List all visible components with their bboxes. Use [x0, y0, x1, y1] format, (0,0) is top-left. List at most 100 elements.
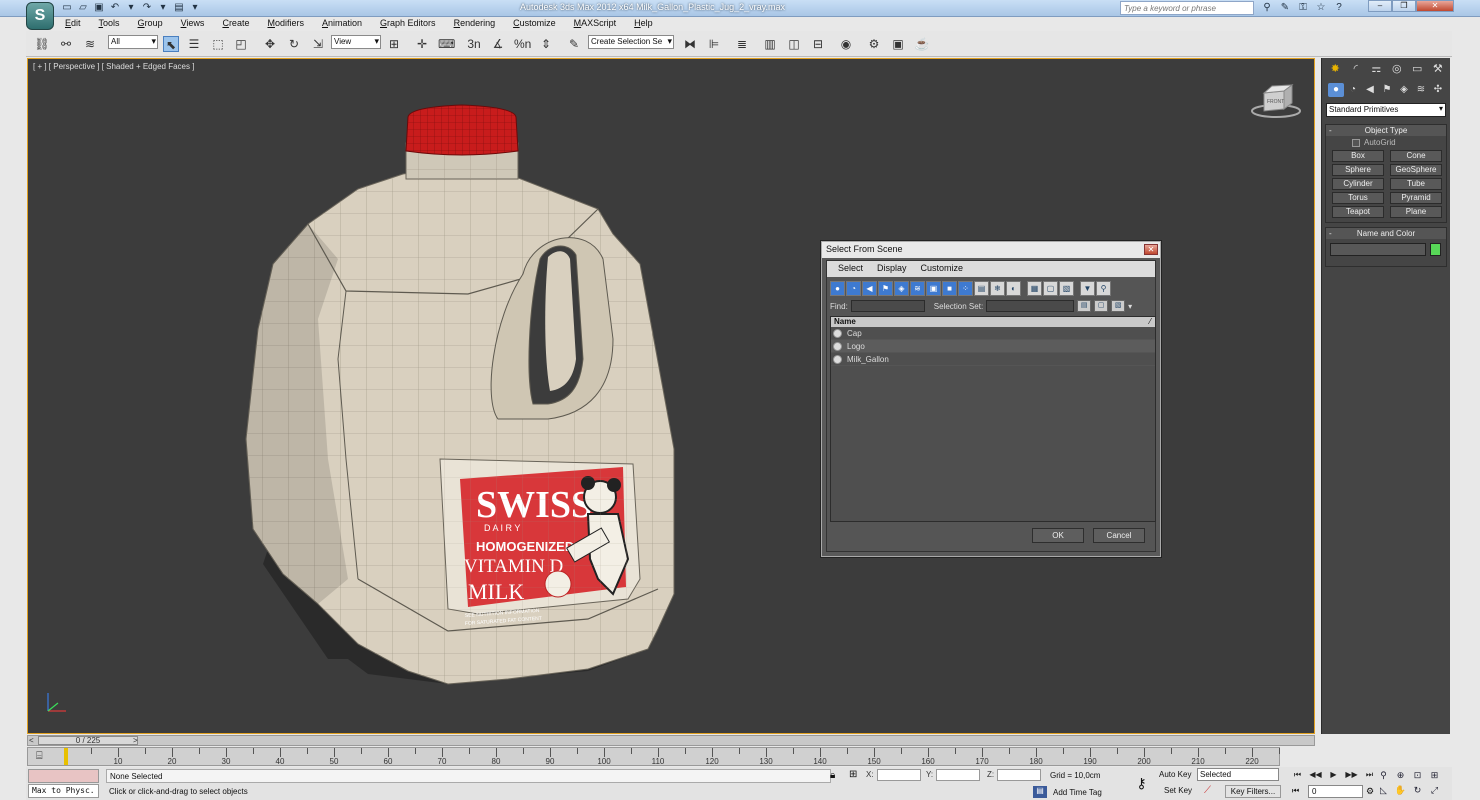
list-item[interactable]: Cap	[831, 327, 1155, 340]
lock-selection-icon[interactable]: 🔒︎	[830, 770, 835, 781]
dialog-menu-customize[interactable]: Customize	[914, 263, 971, 275]
select-all-icon[interactable]: ▤	[1077, 300, 1092, 312]
undo-icon[interactable]: ↶	[108, 1, 122, 15]
save-icon[interactable]: ▣	[92, 1, 106, 15]
menu-customize[interactable]: Customize	[504, 17, 565, 31]
torus-button[interactable]: Torus	[1332, 192, 1384, 204]
graphite-ribbon-icon[interactable]: ▥	[762, 36, 778, 52]
current-frame-field[interactable]: 0	[1308, 785, 1363, 798]
display-tab-icon[interactable]: ▭	[1407, 60, 1428, 78]
name-and-color-header[interactable]: - Name and Color	[1326, 228, 1446, 239]
project-folder-icon[interactable]: ▤	[172, 1, 186, 15]
edit-named-selection-icon[interactable]: ✎	[566, 36, 582, 52]
cameras-icon[interactable]: ⚑	[1379, 83, 1395, 97]
display-space-warps-icon[interactable]: ≋	[910, 281, 925, 296]
dialog-menu-display[interactable]: Display	[870, 263, 914, 275]
rectangular-selection-icon[interactable]: ⬚	[210, 36, 226, 52]
x-coord-input[interactable]	[876, 769, 921, 781]
display-xrefs-icon[interactable]: ■	[942, 281, 957, 296]
selection-set-dropdown[interactable]	[986, 300, 1075, 312]
tube-button[interactable]: Tube	[1390, 178, 1442, 190]
create-tab-icon[interactable]: ✸	[1325, 60, 1346, 78]
rendered-frame-window-icon[interactable]: ▣	[890, 36, 906, 52]
auto-key-button[interactable]: Auto Key	[1159, 770, 1191, 779]
curve-editor-mini-icon[interactable]: ⌸	[36, 750, 43, 763]
menu-create[interactable]: Create	[213, 17, 258, 31]
select-object-icon[interactable]: ⬉	[163, 36, 179, 52]
modify-tab-icon[interactable]: ◜	[1346, 60, 1367, 78]
menu-rendering[interactable]: Rendering	[445, 17, 505, 31]
display-none-icon[interactable]: ▢	[1043, 281, 1058, 296]
select-and-rotate-icon[interactable]: ↻	[286, 36, 302, 52]
window-crossing-icon[interactable]: ◰	[233, 36, 249, 52]
selection-filter-dropdown[interactable]: All	[108, 35, 158, 49]
menu-help[interactable]: Help	[625, 17, 662, 31]
zoom-extents-icon[interactable]: ⊡	[1410, 769, 1425, 781]
orbit-icon[interactable]: ↻	[1410, 784, 1425, 796]
restore-button[interactable]: ❐	[1392, 0, 1416, 12]
redo-icon[interactable]: ↷	[140, 1, 154, 15]
previous-frame-icon[interactable]: ◀◀	[1308, 769, 1323, 781]
pyramid-button[interactable]: Pyramid	[1390, 192, 1442, 204]
helpers-icon[interactable]: ◈	[1396, 83, 1412, 97]
dialog-title-bar[interactable]: Select From Scene ✕	[822, 242, 1160, 258]
angle-snap-icon[interactable]: ∡	[490, 36, 506, 52]
menu-group[interactable]: Group	[129, 17, 172, 31]
find-case-icon[interactable]: ⚲	[1096, 281, 1111, 296]
dropdown-icon[interactable]: ▾	[188, 1, 202, 15]
ok-button[interactable]: OK	[1032, 528, 1084, 543]
pan-view-icon[interactable]: ✋	[1393, 784, 1408, 796]
object-name-field[interactable]	[1330, 243, 1426, 256]
display-hidden-icon[interactable]: ◐	[1006, 281, 1021, 296]
new-file-icon[interactable]: ▭	[60, 1, 74, 15]
bind-space-warp-icon[interactable]: ≋	[82, 36, 98, 52]
application-button[interactable]: S	[26, 2, 54, 30]
menu-edit[interactable]: Edit	[56, 17, 90, 31]
list-header[interactable]: Name ⁄	[831, 317, 1155, 327]
zoom-all-icon[interactable]: ⊕	[1393, 769, 1408, 781]
lights-icon[interactable]: ◀	[1362, 83, 1378, 97]
list-item[interactable]: Milk_Gallon	[831, 353, 1155, 366]
plane-button[interactable]: Plane	[1390, 206, 1442, 218]
menu-tools[interactable]: Tools	[90, 17, 129, 31]
select-and-link-icon[interactable]: ⛓	[34, 36, 50, 52]
hierarchy-tab-icon[interactable]: ⚎	[1366, 60, 1387, 78]
reference-coordinate-dropdown[interactable]: View	[331, 35, 381, 49]
cancel-button[interactable]: Cancel	[1093, 528, 1145, 543]
time-configuration-icon[interactable]: ⚙	[1366, 786, 1374, 797]
utilities-tab-icon[interactable]: ⚒	[1428, 60, 1449, 78]
key-mode-toggle-icon[interactable]: ⏮	[1292, 786, 1299, 796]
select-and-scale-icon[interactable]: ⇲	[310, 36, 326, 52]
options-chevron-icon[interactable]: ▾	[1128, 302, 1132, 311]
shapes-icon[interactable]: ◔	[1345, 83, 1361, 97]
list-item[interactable]: Logo	[831, 340, 1155, 353]
motion-tab-icon[interactable]: ◎	[1387, 60, 1408, 78]
dropdown-icon[interactable]: ▾	[124, 1, 138, 15]
key-filters-button[interactable]: Key Filters...	[1225, 785, 1281, 798]
minimize-button[interactable]: –	[1368, 0, 1392, 12]
column-config-icon[interactable]: ⁄	[1150, 317, 1151, 327]
play-icon[interactable]: ▶	[1326, 769, 1341, 781]
binoculars-icon[interactable]: ⚲	[1260, 1, 1274, 15]
go-to-end-icon[interactable]: ⏭	[1362, 769, 1377, 781]
render-setup-icon[interactable]: ⚙	[866, 36, 882, 52]
display-containers-icon[interactable]: ▤	[974, 281, 989, 296]
find-input[interactable]	[850, 300, 925, 312]
keyboard-shortcut-override-icon[interactable]: ⌨	[438, 36, 455, 52]
cone-button[interactable]: Cone	[1390, 150, 1442, 162]
display-groups-icon[interactable]: ▣	[926, 281, 941, 296]
time-slider-next-arrow[interactable]: >	[133, 736, 138, 745]
menu-views[interactable]: Views	[172, 17, 214, 31]
display-all-icon[interactable]: ▦	[1027, 281, 1042, 296]
y-coord-input[interactable]	[936, 769, 981, 781]
subscription-icon[interactable]: ⚿	[1296, 1, 1310, 15]
dropdown-icon[interactable]: ▾	[156, 1, 170, 15]
select-by-name-icon[interactable]: ☰	[186, 36, 202, 52]
set-key-icon[interactable]: ⚷	[1129, 768, 1154, 798]
maximize-viewport-icon[interactable]: ⤢	[1427, 784, 1442, 796]
object-color-swatch[interactable]	[1430, 243, 1441, 256]
menu-modifiers[interactable]: Modifiers	[258, 17, 313, 31]
menu-graph-editors[interactable]: Graph Editors	[371, 17, 445, 31]
maxscript-input[interactable]: Max to Physc.	[28, 784, 99, 798]
open-file-icon[interactable]: ▱	[76, 1, 90, 15]
